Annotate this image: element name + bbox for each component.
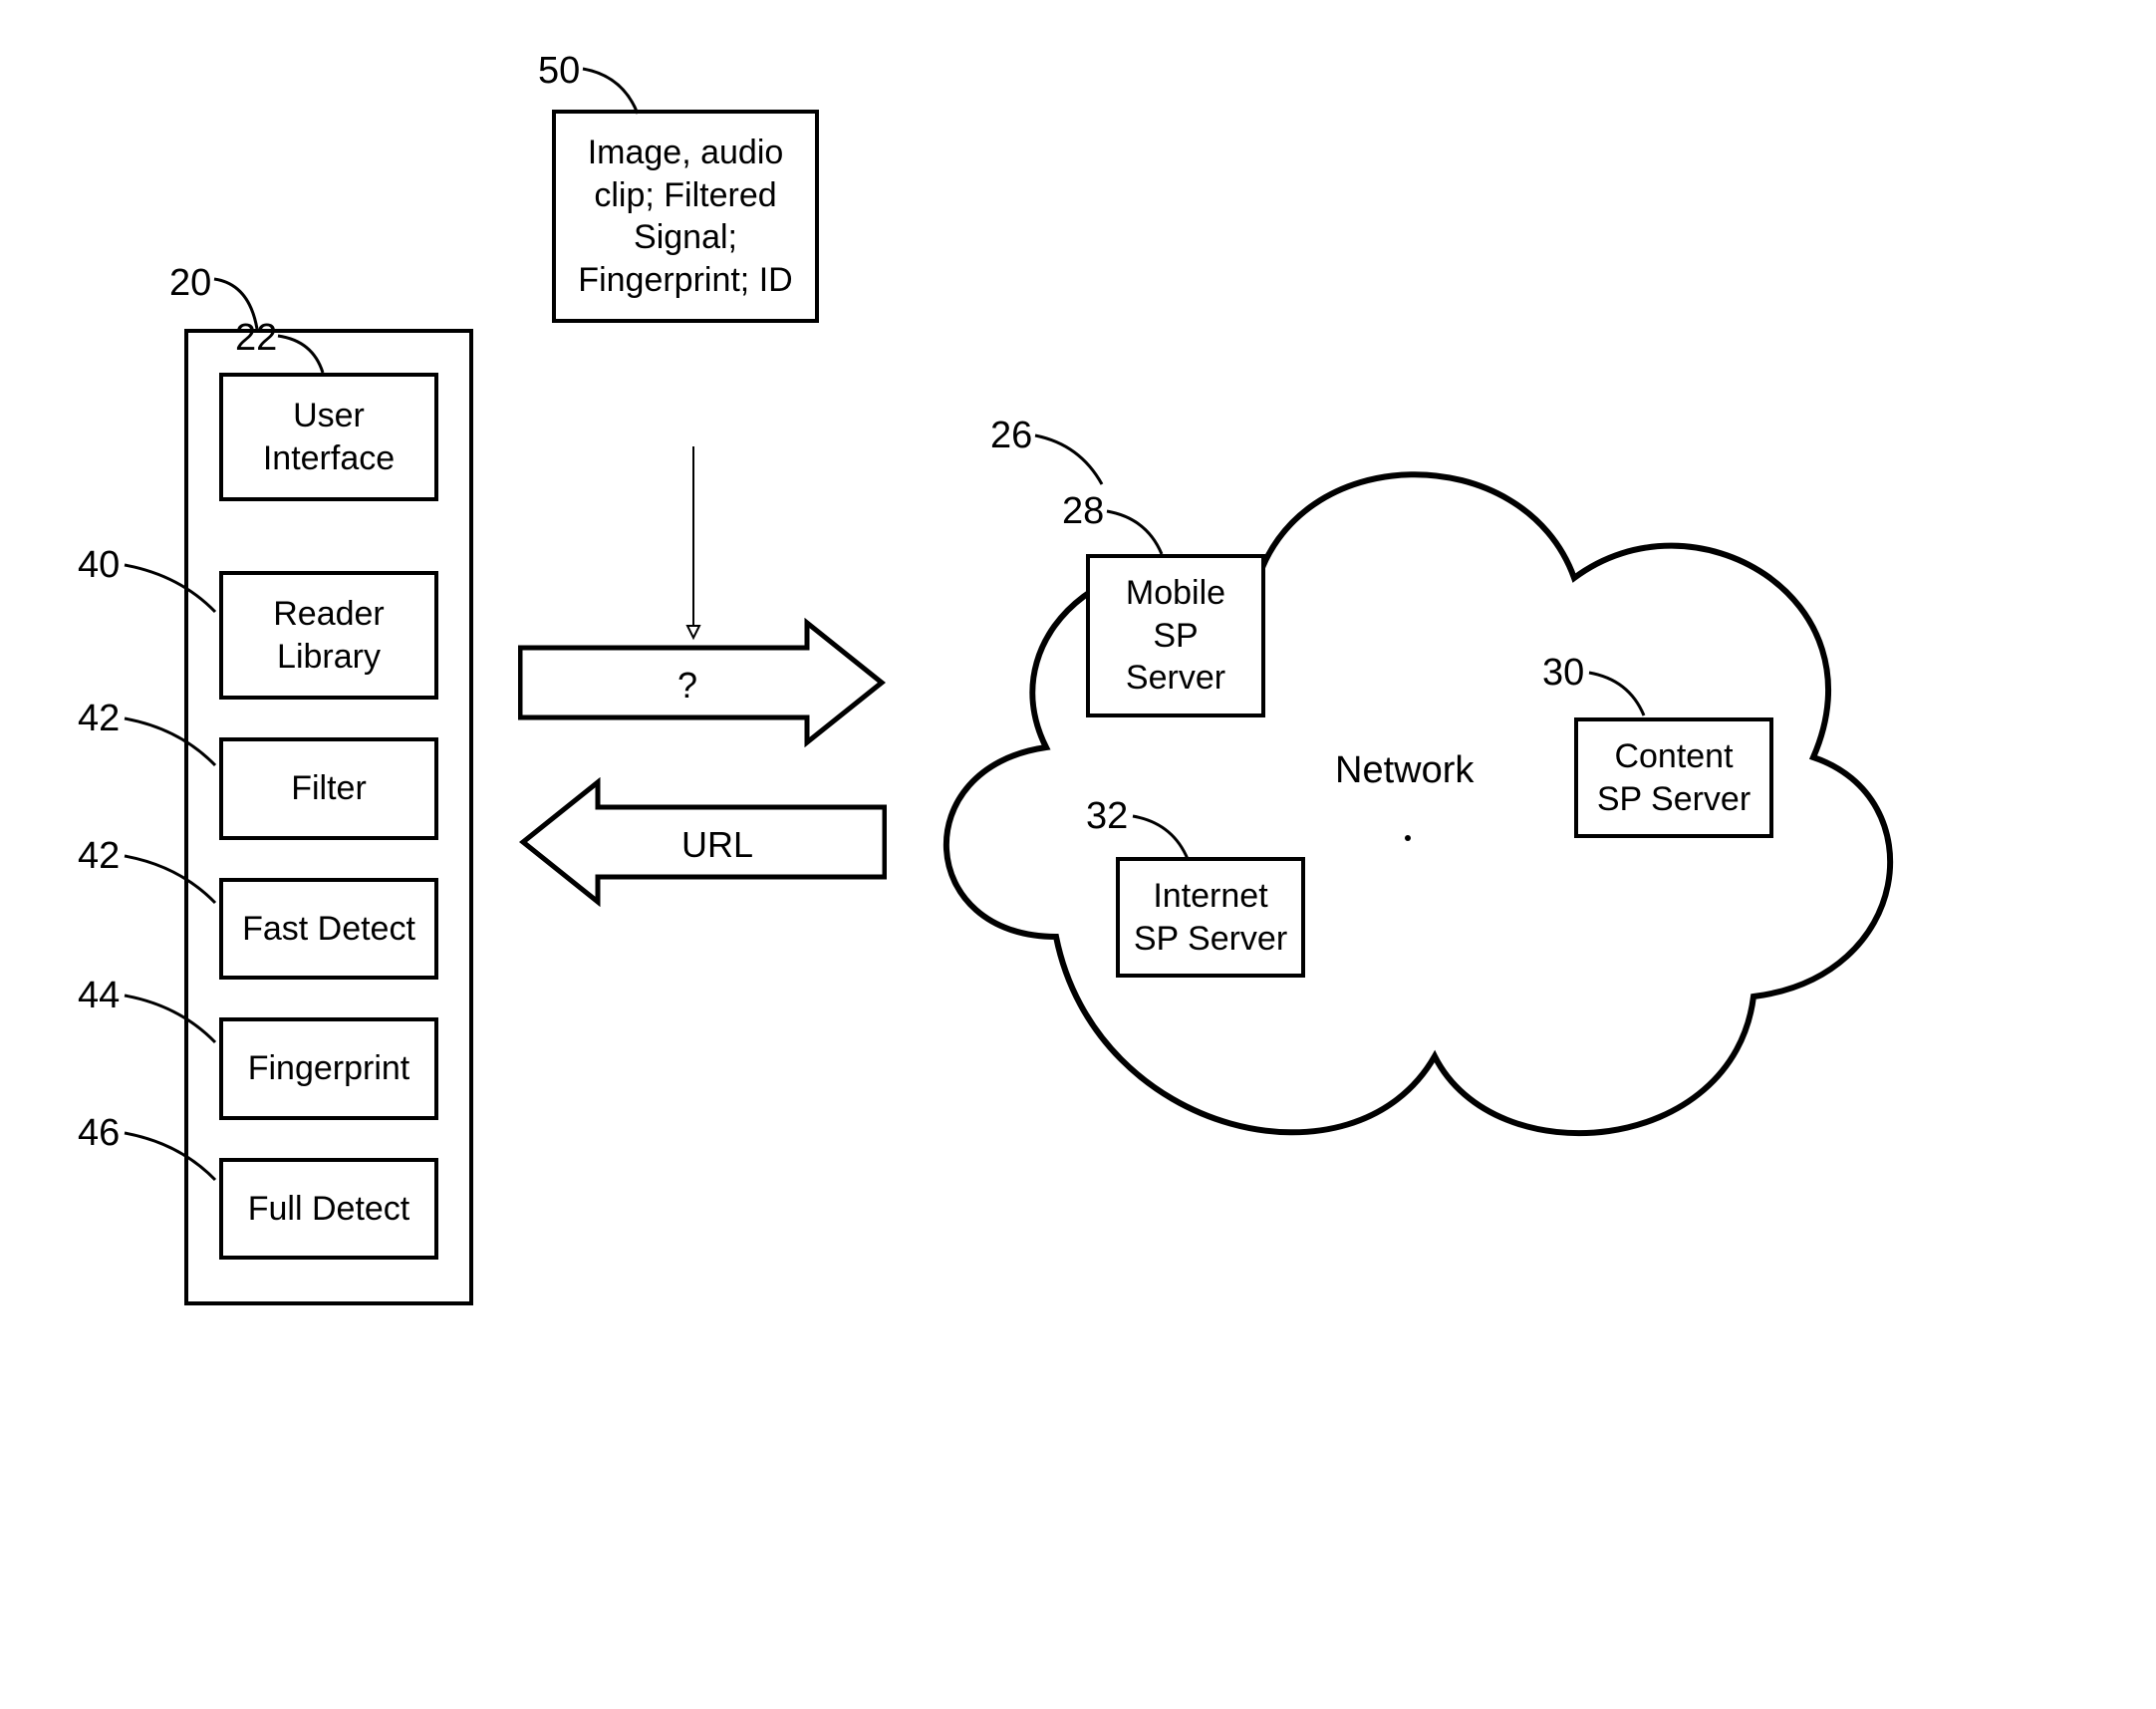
reader-library-label: Reader Library bbox=[229, 593, 428, 678]
full-detect-box: Full Detect bbox=[219, 1158, 438, 1261]
ref-44: 44 bbox=[78, 975, 120, 1017]
lead-42a-icon bbox=[120, 713, 219, 773]
lead-28-icon bbox=[1102, 506, 1172, 562]
lead-22-icon bbox=[273, 331, 333, 379]
fast-detect-box: Fast Detect bbox=[219, 878, 438, 981]
ref-42b: 42 bbox=[78, 835, 120, 878]
ref-42a: 42 bbox=[78, 698, 120, 740]
fingerprint-label: Fingerprint bbox=[248, 1047, 410, 1090]
diagram-canvas: User Interface Reader Library Filter Fas… bbox=[0, 0, 2156, 1709]
url-arrow-icon: URL bbox=[518, 777, 887, 907]
cloud-icon bbox=[877, 379, 1933, 1206]
content-sp-server-label: Content SP Server bbox=[1597, 737, 1751, 818]
lead-26-icon bbox=[1030, 430, 1110, 490]
reader-library-box: Reader Library bbox=[219, 571, 438, 700]
lead-40-icon bbox=[120, 560, 219, 620]
filter-box: Filter bbox=[219, 737, 438, 840]
user-interface-label: User Interface bbox=[229, 395, 428, 479]
network-label: Network bbox=[1335, 749, 1474, 792]
media-box: Image, audio clip; Filtered Signal; Fing… bbox=[552, 110, 819, 323]
lead-32-icon bbox=[1128, 811, 1198, 867]
url-arrow-label: URL bbox=[681, 824, 753, 865]
query-arrow-icon: ? bbox=[518, 618, 887, 747]
mobile-sp-server-label: Mobile SP Server bbox=[1126, 574, 1225, 697]
dot-icon bbox=[1405, 835, 1411, 841]
lead-50-icon bbox=[578, 64, 648, 120]
ref-30: 30 bbox=[1542, 652, 1584, 695]
user-interface-box: User Interface bbox=[219, 373, 438, 501]
internet-sp-server-box: Internet SP Server bbox=[1116, 857, 1305, 978]
media-text: Image, audio clip; Filtered Signal; Fing… bbox=[578, 134, 792, 299]
ref-32: 32 bbox=[1086, 795, 1128, 838]
full-detect-label: Full Detect bbox=[248, 1188, 410, 1231]
ref-40: 40 bbox=[78, 544, 120, 587]
query-arrow-label: ? bbox=[677, 665, 697, 706]
lead-46-icon bbox=[120, 1128, 219, 1188]
ref-50: 50 bbox=[538, 50, 580, 93]
filter-label: Filter bbox=[291, 767, 367, 810]
ref-20: 20 bbox=[169, 262, 211, 305]
fingerprint-box: Fingerprint bbox=[219, 1017, 438, 1120]
lead-30-icon bbox=[1584, 668, 1654, 723]
fast-detect-label: Fast Detect bbox=[242, 908, 415, 951]
ref-22: 22 bbox=[235, 317, 277, 360]
content-sp-server-box: Content SP Server bbox=[1574, 717, 1773, 838]
lead-42b-icon bbox=[120, 851, 219, 911]
thin-arrow-icon bbox=[683, 446, 703, 642]
internet-sp-server-label: Internet SP Server bbox=[1134, 877, 1287, 958]
device-stack: User Interface Reader Library Filter Fas… bbox=[184, 329, 473, 1305]
ref-26: 26 bbox=[990, 415, 1032, 457]
mobile-sp-server-box: Mobile SP Server bbox=[1086, 554, 1265, 717]
lead-44-icon bbox=[120, 991, 219, 1050]
ref-46: 46 bbox=[78, 1112, 120, 1155]
ref-28: 28 bbox=[1062, 490, 1104, 533]
